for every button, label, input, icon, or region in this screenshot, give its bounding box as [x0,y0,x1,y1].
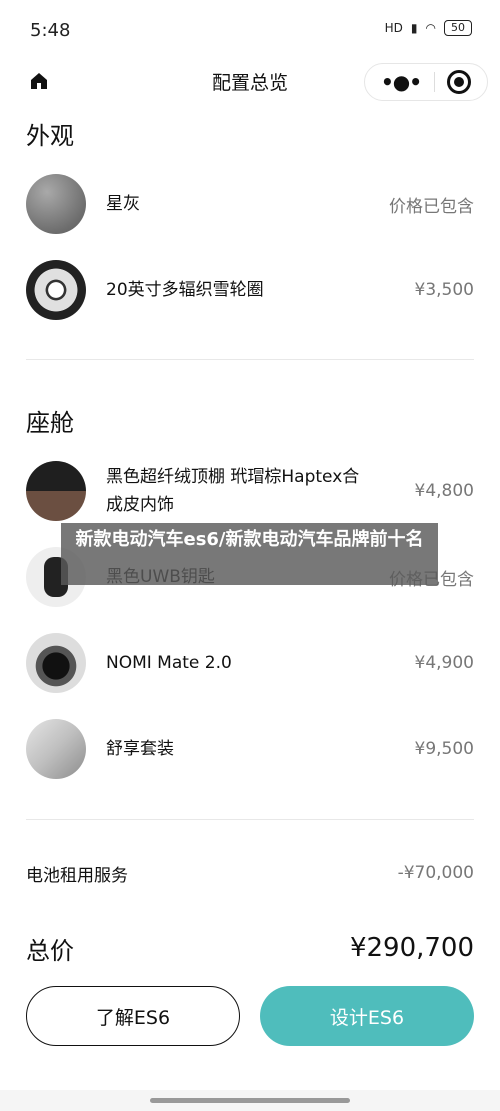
exterior-section-title: 外观 [26,122,74,150]
home-indicator[interactable] [150,1098,350,1103]
navigation-bar: 配置总览 •●• [0,58,500,106]
more-icon[interactable]: •●• [381,70,422,94]
design-es6-button[interactable]: 设计ES6 [260,986,474,1046]
capsule-divider [433,72,435,92]
cabin-item-comfort-package[interactable]: 舒享套装 ¥9,500 [26,718,474,780]
item-name: 星灰 [106,194,140,214]
nomi-image [26,633,86,693]
color-swatch-image [26,174,86,234]
status-bar: 5:48 HD ▮ ◠ 50 [0,0,500,58]
exterior-item-color[interactable]: 星灰 价格已包含 [26,173,474,235]
total-price: ¥290,700 [349,933,474,963]
item-price: ¥9,500 [414,739,474,759]
exterior-item-wheel[interactable]: 20英寸多辐织雪轮圈 ¥3,500 [26,259,474,321]
wifi-icon: ◠ [425,21,436,35]
total-label: 总价 [26,936,74,965]
section-divider [26,359,474,360]
cabin-item-nomi[interactable]: NOMI Mate 2.0 ¥4,900 [26,632,474,694]
close-miniprogram-icon[interactable] [447,70,471,94]
item-name: NOMI Mate 2.0 [106,653,232,673]
battery-icon: 50 [444,20,472,36]
item-name: 黑色超纤绒顶棚 玳瑁棕Haptex合成皮内饰 [106,467,360,515]
interior-image [26,461,86,521]
seat-image [26,719,86,779]
service-price: -¥70,000 [397,863,474,883]
status-icons: HD ▮ ◠ 50 [385,20,472,36]
cabin-item-interior[interactable]: 黑色超纤绒顶棚 玳瑁棕Haptex合成皮内饰 ¥4,800 [26,460,474,522]
item-price: ¥4,800 [414,481,474,501]
signal-icon: ▮ [410,21,418,35]
wheel-image [26,260,86,320]
miniprogram-capsule: •●• [364,63,488,101]
watermark-overlay: 新款电动汽车es6/新款电动汽车品牌前十名 [61,523,438,585]
item-price: 价格已包含 [389,196,474,217]
section-divider [26,819,474,820]
total-row: 总价 ¥290,700 [26,928,474,968]
item-price: ¥4,900 [414,653,474,673]
status-time: 5:48 [30,20,71,41]
item-name: 舒享套装 [106,739,174,759]
item-name: 20英寸多辐织雪轮圈 [106,280,264,300]
network-label: HD [384,21,403,35]
learn-es6-button[interactable]: 了解ES6 [26,986,240,1046]
service-label: 电池租用服务 [26,865,128,886]
battery-service-row: 电池租用服务 -¥70,000 [26,858,474,888]
cabin-section-title: 座舱 [26,409,74,437]
item-price: ¥3,500 [414,280,474,300]
